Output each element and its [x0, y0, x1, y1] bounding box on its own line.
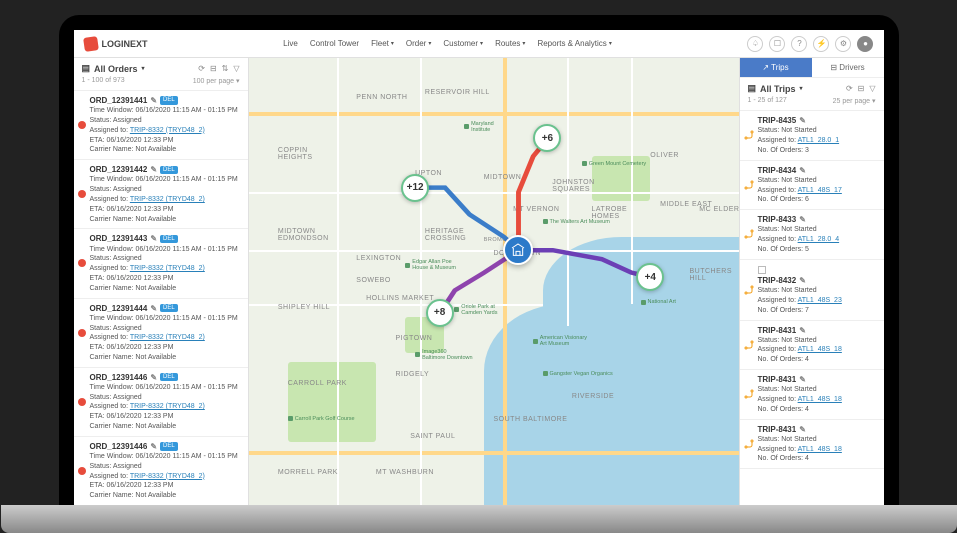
assigned-trip-link[interactable]: TRIP-8332 (TRYD48_2)	[130, 196, 205, 203]
orders-panel: ▤ All Orders ▾ ⟳ ⊟ ⇅ ▽ 1 - 100 of 973 10…	[74, 58, 249, 505]
tab-drivers[interactable]: ⊟ Drivers	[812, 58, 884, 77]
cluster-marker[interactable]: +4	[636, 263, 664, 291]
nav-order[interactable]: Order ▾	[406, 39, 431, 48]
route-icon	[743, 339, 755, 351]
trips-range: 1 - 25 of 127	[748, 97, 787, 105]
edit-icon[interactable]: ✎	[150, 303, 157, 314]
cluster-marker[interactable]: +8	[426, 299, 454, 327]
gear-icon[interactable]: ⚙	[835, 36, 851, 52]
assigned-trip-link[interactable]: TRIP-8332 (TRYD48_2)	[130, 127, 205, 134]
assigned-link[interactable]: ATL1_48S_18	[798, 346, 842, 353]
help-icon[interactable]: ?	[791, 36, 807, 52]
bolt-icon[interactable]: ⚡	[813, 36, 829, 52]
refresh-icon[interactable]: ⟳	[198, 64, 205, 73]
assigned-trip-link[interactable]: TRIP-8332 (TRYD48_2)	[130, 403, 205, 410]
edit-icon[interactable]: ✎	[799, 374, 806, 385]
hub-marker[interactable]	[503, 235, 533, 265]
trips-panel: ↗ Trips ⊟ Drivers ▤ All Trips ▾ ⟳ ⊟ ▽ 1 …	[739, 58, 884, 505]
edit-icon[interactable]: ✎	[150, 441, 157, 452]
route-icon	[743, 284, 755, 296]
order-card[interactable]: ORD_12391446 ✎ DEL Time Window: 06/16/20…	[74, 368, 248, 437]
nav-customer[interactable]: Customer ▾	[443, 39, 483, 48]
route-icon	[743, 129, 755, 141]
edit-icon[interactable]: ✎	[150, 164, 157, 175]
user-icon[interactable]: ●	[857, 36, 873, 52]
assigned-trip-link[interactable]: TRIP-8332 (TRYD48_2)	[130, 265, 205, 272]
route-icon	[743, 228, 755, 240]
nav-fleet[interactable]: Fleet ▾	[371, 39, 394, 48]
refresh-icon[interactable]: ⟳	[846, 84, 853, 93]
trip-card[interactable]: TRIP-8431 ✎ Status: Not Started Assigned…	[740, 321, 884, 371]
trip-card[interactable]: TRIP-8431 ✎ Status: Not Started Assigned…	[740, 420, 884, 470]
route-icon	[743, 179, 755, 191]
nav-live[interactable]: Live	[283, 39, 298, 48]
trip-card[interactable]: TRIP-8431 ✎ Status: Not Started Assigned…	[740, 370, 884, 420]
nav-control-tower[interactable]: Control Tower	[310, 39, 359, 48]
sort-icon[interactable]: ⇅	[222, 64, 229, 73]
orders-range: 1 - 100 of 973	[82, 77, 125, 85]
trip-card[interactable]: TRIP-8434 ✎ Status: Not Started Assigned…	[740, 161, 884, 211]
trip-card[interactable]: TRIP-8433 ✎ Status: Not Started Assigned…	[740, 210, 884, 260]
assigned-link[interactable]: ATL1_48S_17	[798, 187, 842, 194]
order-card[interactable]: ORD_12391443 ✎ DEL Time Window: 06/16/20…	[74, 229, 248, 298]
edit-icon[interactable]: ✎	[799, 275, 806, 286]
assigned-link[interactable]: ATL1_28.0_1	[798, 137, 840, 144]
route-icon	[743, 438, 755, 450]
edit-icon[interactable]: ✎	[799, 165, 806, 176]
nav-reports[interactable]: Reports & Analytics ▾	[537, 39, 611, 48]
assigned-link[interactable]: ATL1_48S_18	[798, 396, 842, 403]
orders-filter[interactable]: ▤ All Orders ▾	[82, 63, 145, 74]
brand-logo: LOGINEXT	[84, 37, 148, 51]
main-nav: Live Control Tower Fleet ▾ Order ▾ Custo…	[283, 39, 612, 48]
cluster-marker[interactable]: +6	[533, 124, 561, 152]
order-card[interactable]: ORD_12391446 ✎ DEL Time Window: 06/16/20…	[74, 437, 248, 505]
orders-perpage[interactable]: 100 per page ▾	[193, 77, 240, 85]
bookmark-icon[interactable]: ☐	[769, 36, 785, 52]
nav-routes[interactable]: Routes ▾	[495, 39, 525, 48]
filter-icon[interactable]: ▽	[869, 84, 875, 93]
trips-filter[interactable]: ▤ All Trips ▾	[748, 83, 803, 94]
order-card[interactable]: ORD_12391444 ✎ DEL Time Window: 06/16/20…	[74, 299, 248, 368]
order-card[interactable]: ORD_12391442 ✎ DEL Time Window: 06/16/20…	[74, 160, 248, 229]
trip-card[interactable]: TRIP-8435 ✎ Status: Not Started Assigned…	[740, 111, 884, 161]
columns-icon[interactable]: ⊟	[210, 64, 217, 73]
edit-icon[interactable]: ✎	[799, 325, 806, 336]
trip-card[interactable]: TRIP-8432 ✎ Status: Not Started Assigned…	[740, 260, 884, 321]
assigned-link[interactable]: ATL1_28.0_4	[798, 236, 840, 243]
filter-icon[interactable]: ▽	[233, 64, 239, 73]
map-canvas[interactable]: RESERVOIR HILL PENN NORTH MIDTOWN JOHNST…	[249, 58, 739, 505]
bell-icon[interactable]: ♤	[747, 36, 763, 52]
edit-icon[interactable]: ✎	[150, 372, 157, 383]
trip-checkbox[interactable]	[758, 266, 766, 274]
edit-icon[interactable]: ✎	[799, 214, 806, 225]
edit-icon[interactable]: ✎	[799, 424, 806, 435]
cluster-marker[interactable]: +12	[401, 174, 429, 202]
assigned-link[interactable]: ATL1_48S_18	[798, 446, 842, 453]
order-card[interactable]: ORD_12391441 ✎ DEL Time Window: 06/16/20…	[74, 91, 248, 160]
route-icon	[743, 388, 755, 400]
edit-icon[interactable]: ✎	[799, 115, 806, 126]
assigned-trip-link[interactable]: TRIP-8332 (TRYD48_2)	[130, 334, 205, 341]
app-header: LOGINEXT Live Control Tower Fleet ▾ Orde…	[74, 30, 884, 58]
assigned-trip-link[interactable]: TRIP-8332 (TRYD48_2)	[130, 473, 205, 480]
edit-icon[interactable]: ✎	[150, 233, 157, 244]
assigned-link[interactable]: ATL1_48S_23	[798, 297, 842, 304]
tab-trips[interactable]: ↗ Trips	[740, 58, 812, 77]
edit-icon[interactable]: ✎	[150, 95, 157, 106]
trips-perpage[interactable]: 25 per page ▾	[833, 97, 876, 105]
columns-icon[interactable]: ⊟	[858, 84, 865, 93]
